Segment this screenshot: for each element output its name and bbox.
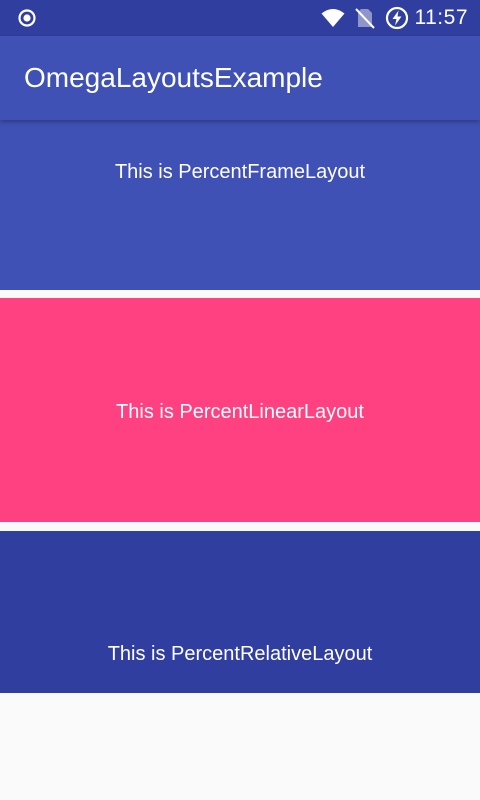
app-title: OmegaLayoutsExample [24,62,323,93]
percent-frame-layout-panel: This is PercentFrameLayout [0,120,480,290]
percent-linear-layout-label: This is PercentLinearLayout [116,401,364,423]
percent-relative-layout-label: This is PercentRelativeLayout [107,643,373,665]
record-icon [17,8,37,28]
status-icons: 11:57 [313,0,469,36]
wifi-icon [321,6,345,30]
percent-frame-layout-label: This is PercentFrameLayout [114,161,366,183]
no-sim-icon [353,6,377,30]
app-bar: OmegaLayoutsExample [0,36,480,120]
status-bar: 11:57 [0,0,480,36]
battery-charging-icon [385,6,409,30]
percent-relative-layout-panel: This is PercentRelativeLayout [0,531,480,693]
clock: 11:57 [414,6,468,29]
percent-linear-layout-panel: This is PercentLinearLayout [0,298,480,522]
